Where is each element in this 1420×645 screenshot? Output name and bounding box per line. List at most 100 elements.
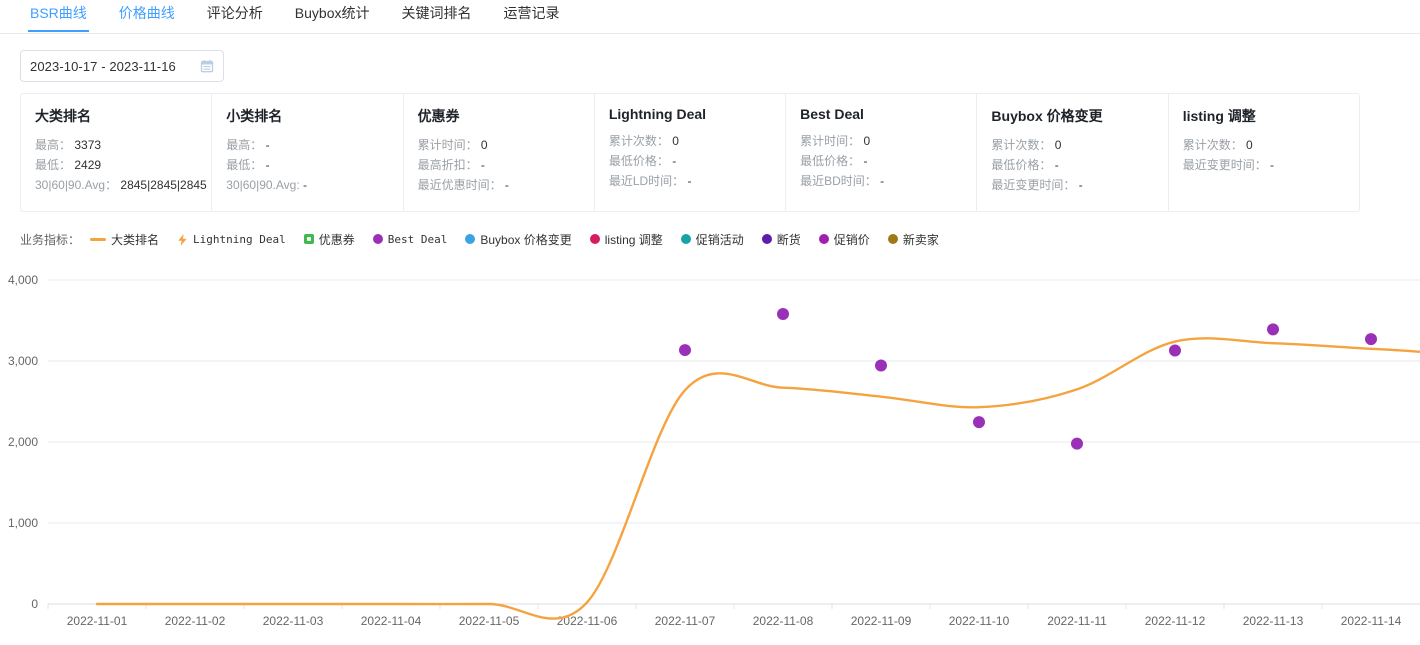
scatter-point-Best Deal[interactable] [1071, 437, 1083, 450]
scatter-point-Best Deal[interactable] [973, 416, 985, 429]
stat-row-label: 最近BD时间： [800, 174, 877, 188]
legend-dot-icon [761, 234, 772, 244]
legend-dot-icon [680, 234, 691, 244]
stat-card: 优惠券 累计时间： 0 最高折扣： - 最近优惠时间： - [404, 94, 595, 211]
x-axis-tick-label: 2022-11-12 [1145, 614, 1206, 628]
stat-card-row: 最低： 2429 [35, 155, 211, 175]
tab-4[interactable]: 关键词排名 [386, 0, 488, 31]
legend-item[interactable]: Lightning Deal [177, 233, 286, 246]
legend-item[interactable]: 大类排名 [90, 231, 159, 248]
stat-row-value: - [262, 158, 270, 172]
stat-card: 小类排名最高： - 最低： - 30|60|90.Avg: - [212, 94, 404, 211]
stat-card-row: 最低价格： - [991, 155, 1167, 175]
stat-card-row: 最高： - [226, 135, 402, 155]
stat-card-row: 最近BD时间： - [800, 171, 976, 191]
stat-row-value: 0 [1051, 138, 1062, 152]
x-axis-tick-label: 2022-11-10 [949, 614, 1010, 628]
y-axis-tick-label: 4,000 [8, 273, 38, 287]
stat-row-value: - [477, 158, 485, 172]
stat-row-label: 最近变更时间： [1182, 158, 1267, 172]
stat-row-label: 累计次数： [608, 134, 669, 148]
legend-item[interactable]: 促销活动 [680, 231, 744, 248]
stat-row-label: 最近LD时间： [608, 174, 685, 188]
stat-row-value: - [860, 154, 868, 168]
stat-row-label: 30|60|90.Avg: [226, 178, 300, 192]
y-axis-tick-label: 0 [31, 597, 38, 611]
tab-1[interactable]: 价格曲线 [103, 0, 191, 31]
stat-row-label: 累计次数： [1182, 138, 1243, 152]
tab-label: Buybox统计 [294, 5, 370, 21]
date-range-picker[interactable]: 2023-10-17 - 2023-11-16 [20, 50, 224, 82]
stat-card-row: 累计次数： 0 [609, 131, 785, 151]
y-axis-tick-label: 3,000 [8, 354, 38, 368]
legend-item[interactable]: 新卖家 [887, 231, 939, 248]
x-axis-tick-label: 2022-11-09 [851, 614, 912, 628]
x-axis-tick-label: 2022-11-13 [1243, 614, 1304, 628]
tab-2[interactable]: 评论分析 [191, 0, 279, 31]
bsr-rank-chart: 0 1,000 2,000 3,000 4,000 2022-11-01 2022-11-0… [0, 262, 1420, 645]
legend-item-label: 大类排名 [111, 232, 160, 247]
stat-row-value: - [501, 178, 509, 192]
stat-card: Buybox 价格变更 累计次数： 0 最低价格： - 最近变更时间： - [977, 94, 1169, 211]
x-axis-tick-label: 2022-11-01 [67, 614, 128, 628]
stat-row-value: - [684, 174, 692, 188]
x-axis-tick-label: 2022-11-08 [753, 614, 814, 628]
stat-row-value: 0 [477, 138, 488, 152]
stat-card: 大类排名 最高： 3373 最低： 2429 30|60|90.Avg： 2845|2… [21, 94, 213, 211]
stat-row-value: 2845|2845|2845 [117, 178, 207, 192]
stat-row-label: 最低价格： [608, 154, 669, 168]
x-axis-tick-label: 2022-11-04 [361, 614, 422, 628]
legend-line-icon [90, 237, 107, 241]
tab-label: 关键词排名 [401, 5, 472, 21]
stat-card-row: 累计次数： 0 [991, 135, 1167, 155]
tab-0[interactable]: BSR曲线 [14, 0, 103, 32]
legend-dot-icon [372, 234, 383, 244]
scatter-point-Best Deal[interactable] [875, 359, 887, 372]
legend-dot-icon [465, 234, 476, 244]
stat-row-label: 累计时间： [417, 138, 478, 152]
stat-row-label: 30|60|90.Avg： [35, 178, 118, 192]
legend-title: 业务指标： [20, 232, 81, 247]
x-axis-tick-label: 2022-11-11 [1047, 614, 1107, 628]
stat-card: listing 调整 累计次数： 0 最近变更时间： - [1169, 94, 1359, 211]
scatter-point-Best Deal[interactable] [1365, 333, 1377, 346]
scatter-point-Best Deal[interactable] [679, 344, 691, 357]
stat-card-row: 最近LD时间： - [609, 171, 785, 191]
stat-card-title: 小类排名 [226, 108, 283, 124]
legend-lightning-icon [177, 233, 188, 246]
legend-item[interactable]: 促销价 [818, 231, 870, 248]
legend-item[interactable]: 优惠券 [303, 231, 355, 248]
legend-item[interactable]: Best Deal [372, 233, 447, 246]
stat-card-title: Buybox 价格变更 [991, 108, 1103, 124]
tab-3[interactable]: Buybox统计 [279, 0, 386, 31]
legend-item[interactable]: 断货 [761, 231, 801, 248]
legend-item-label: 优惠券 [318, 232, 355, 247]
stat-row-value: - [1266, 158, 1275, 172]
stat-row-label: 最近变更时间： [991, 178, 1076, 192]
x-axis-tick-label: 2022-11-02 [165, 614, 226, 628]
scatter-point-Best Deal[interactable] [1169, 344, 1181, 357]
legend-item[interactable]: listing 调整 [589, 231, 663, 248]
legend-item-label: listing 调整 [604, 232, 663, 247]
legend-dot-icon [589, 234, 600, 244]
y-axis-tick-label: 2,000 [8, 435, 38, 449]
stat-row-value: - [262, 138, 270, 152]
calendar-icon [200, 59, 214, 73]
scatter-point-Best Deal[interactable] [777, 308, 789, 321]
stat-row-label: 累计时间： [800, 134, 861, 148]
stat-row-value: - [1051, 158, 1059, 172]
stat-card-title: 大类排名 [35, 108, 91, 124]
stat-row-label: 最高折扣： [417, 158, 478, 172]
legend-item[interactable]: Buybox 价格变更 [465, 231, 572, 248]
stat-card-row: 累计时间： 0 [800, 131, 976, 151]
line-series-大类排名 [95, 337, 1373, 620]
tab-5[interactable]: 运营记录 [488, 0, 576, 31]
stat-row-label: 最低： [226, 158, 263, 172]
stat-row-label: 最低价格： [991, 158, 1052, 172]
tab-bar: BSR曲线 价格曲线 评论分析 Buybox统计 关键词排名 运营记录 [0, 0, 1420, 34]
stat-row-label: 累计次数： [991, 138, 1052, 152]
tab-label: 价格曲线 [118, 5, 175, 21]
scatter-point-Best Deal[interactable] [1267, 323, 1279, 336]
stat-row-label: 最近优惠时间： [417, 178, 502, 192]
stat-row-value: 0 [668, 134, 679, 148]
